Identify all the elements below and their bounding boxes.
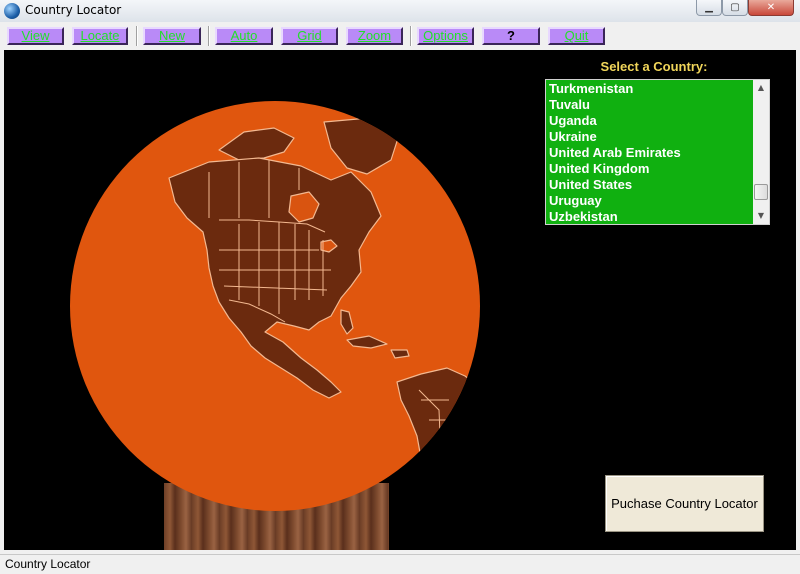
window-title: Country Locator (25, 3, 122, 17)
close-button[interactable]: ✕ (748, 0, 794, 16)
globe-viewport[interactable]: Select a Country: Turkmenistan Tuvalu Ugan… (4, 50, 796, 550)
locate-button[interactable]: Locate (72, 27, 128, 45)
scroll-up-arrow-icon[interactable]: ▲ (753, 80, 769, 96)
toolbar-separator (410, 26, 412, 46)
country-list-item[interactable]: Turkmenistan (546, 81, 754, 97)
country-list-label: Select a Country: (600, 59, 708, 74)
toolbar: View Locate New Auto Grid Zoom Options ?… (0, 22, 800, 50)
country-list-items: Turkmenistan Tuvalu Uganda Ukraine United Ar… (546, 81, 754, 224)
title-bar: Country Locator ▁ ▢ ✕ (0, 0, 800, 22)
grid-button[interactable]: Grid (281, 27, 338, 45)
toolbar-separator (136, 26, 138, 46)
country-list-item[interactable]: United States (546, 177, 754, 193)
country-list-item[interactable]: Tuvalu (546, 97, 754, 113)
zoom-button[interactable]: Zoom (346, 27, 403, 45)
quit-button[interactable]: Quit (548, 27, 605, 45)
listbox-scrollbar[interactable]: ▲ ▼ (753, 80, 769, 224)
help-button[interactable]: ? (482, 27, 540, 45)
auto-button[interactable]: Auto (215, 27, 273, 45)
new-button[interactable]: New (143, 27, 201, 45)
status-text: Country Locator (5, 557, 91, 571)
globe[interactable] (69, 100, 481, 512)
options-button[interactable]: Options (417, 27, 474, 45)
scrollbar-thumb[interactable] (754, 184, 768, 200)
country-listbox[interactable]: Turkmenistan Tuvalu Uganda Ukraine United Ar… (545, 79, 770, 225)
purchase-button[interactable]: Puchase Country Locator (605, 475, 764, 532)
country-list-item[interactable]: Ukraine (546, 129, 754, 145)
country-list-item[interactable]: Uzbekistan (546, 209, 754, 224)
scroll-down-arrow-icon[interactable]: ▼ (753, 208, 769, 224)
toolbar-separator (208, 26, 210, 46)
maximize-button[interactable]: ▢ (722, 0, 748, 16)
country-list-item[interactable]: United Arab Emirates (546, 145, 754, 161)
country-list-item[interactable]: Uganda (546, 113, 754, 129)
status-bar: Country Locator (0, 554, 800, 574)
view-button[interactable]: View (7, 27, 64, 45)
country-list-item[interactable]: Uruguay (546, 193, 754, 209)
globe-app-icon (4, 3, 20, 19)
minimize-button[interactable]: ▁ (696, 0, 722, 16)
country-list-item[interactable]: United Kingdom (546, 161, 754, 177)
